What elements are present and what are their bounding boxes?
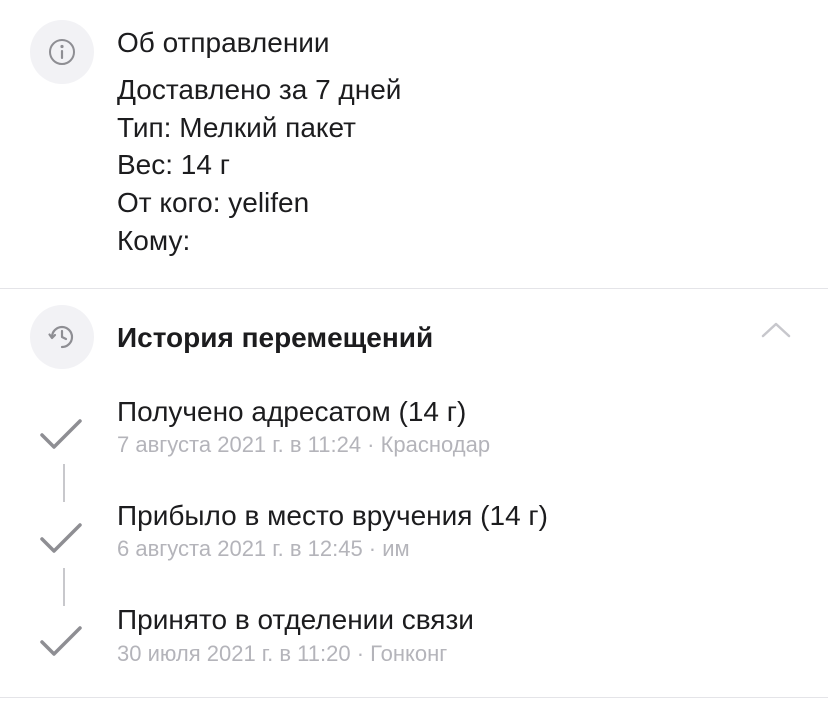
event-meta: 30 июля 2021 г. в 11:20 · Гонконг [117, 641, 448, 666]
check-icon [40, 626, 82, 656]
package-type: Тип: Мелкий пакет [117, 112, 356, 143]
timeline-connector [63, 464, 65, 502]
sender: От кого: yelifen [117, 187, 310, 218]
event-meta: 6 августа 2021 г. в 12:45 · им [117, 536, 410, 561]
section-divider [0, 288, 828, 289]
delivery-duration: Доставлено за 7 дней [117, 74, 402, 105]
check-icon [40, 523, 82, 553]
clock-history-icon [48, 325, 74, 349]
about-title: Об отправлении [117, 27, 330, 58]
info-icon [49, 39, 75, 65]
timeline-connector [63, 568, 65, 606]
event-meta: 7 августа 2021 г. в 11:24 · Краснодар [117, 432, 491, 457]
chevron-up-icon[interactable] [760, 318, 792, 342]
package-weight: Вес: 14 г [117, 149, 230, 180]
event-title: Принято в отделении связи [117, 604, 474, 635]
history-icon-badge [30, 305, 94, 369]
recipient: Кому: [117, 225, 191, 256]
history-title: История перемещений [117, 322, 434, 353]
info-icon-badge [30, 20, 94, 84]
bottom-divider [0, 697, 828, 698]
check-icon [40, 419, 82, 449]
event-title: Получено адресатом (14 г) [117, 396, 467, 427]
event-title: Прибыло в место вручения (14 г) [117, 500, 548, 531]
